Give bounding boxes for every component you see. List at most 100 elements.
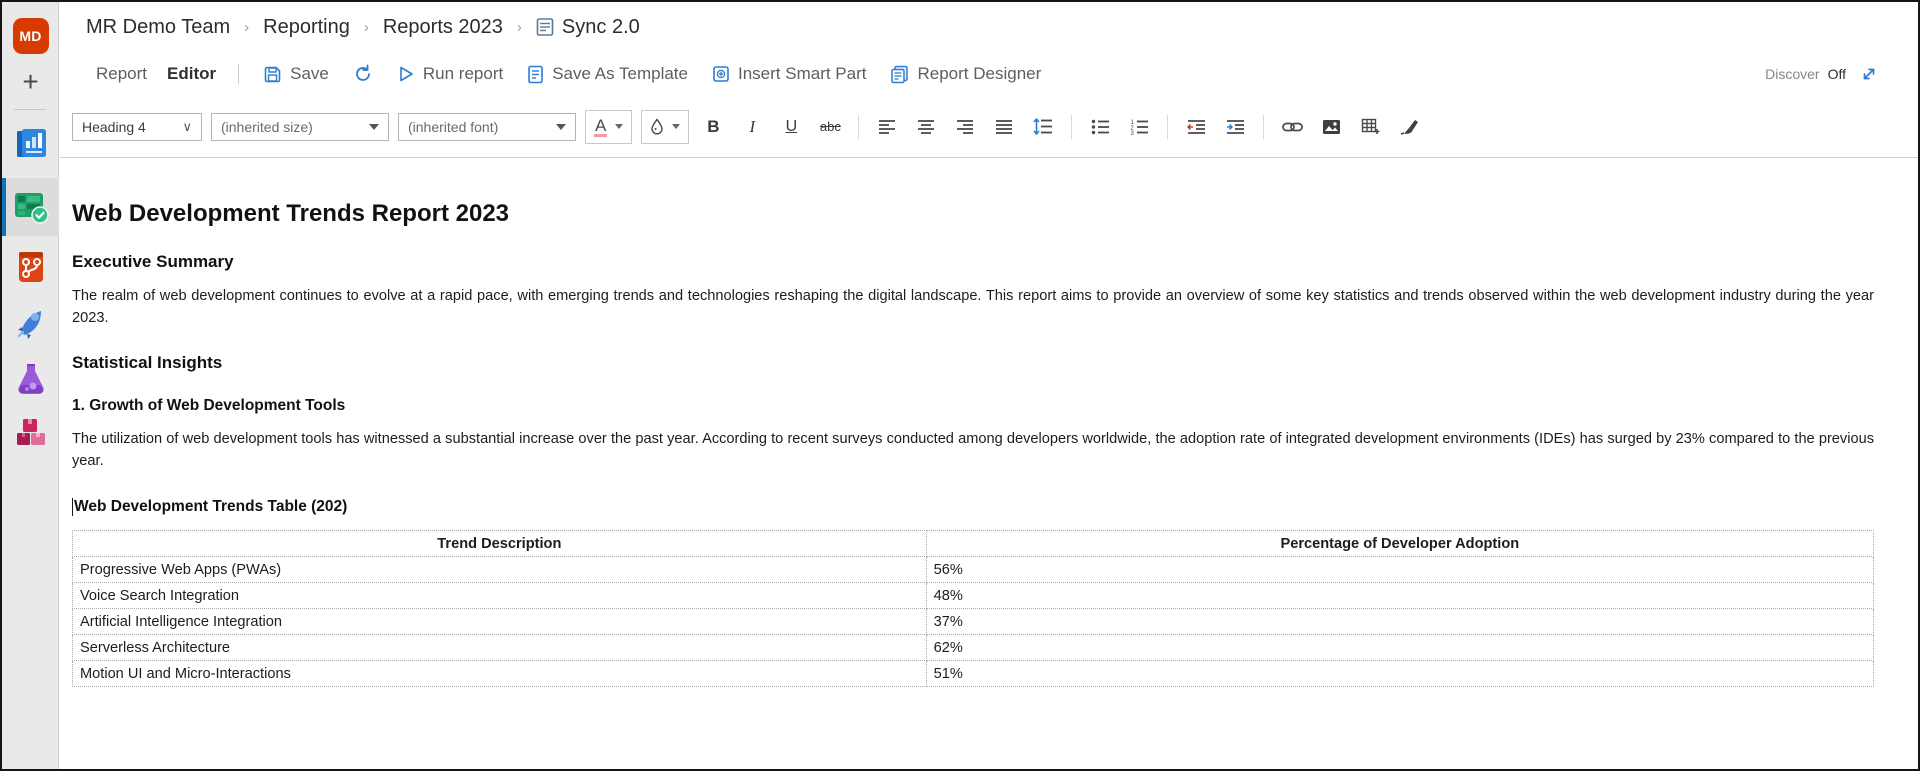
strikethrough-button[interactable]: abc [815,112,845,142]
font-color-button[interactable]: A [585,109,633,144]
chevron-down-icon: ∨ [182,118,192,134]
italic-icon: I [749,116,756,136]
refresh-button[interactable] [345,62,381,86]
font-family-value: (inherited font) [408,118,499,135]
insert-smart-part-button[interactable]: Insert Smart Part [704,62,874,86]
percentage-cell[interactable]: 48% [925,582,1875,609]
numbered-list-button[interactable]: 123 [1124,112,1154,142]
toolbar-separator [858,114,860,139]
doc-title[interactable]: Web Development Trends Report 2023 [72,200,1874,228]
table-header-trend[interactable]: Trend Description [72,530,927,557]
underline-button[interactable]: U [776,112,806,142]
app-window: MD + MR Demo Team › Reporting › Reports … [0,0,1920,771]
sidebar-item-reports[interactable] [2,124,59,166]
sidebar-item-launch[interactable] [2,302,59,344]
link-icon [1281,122,1303,131]
trend-cell[interactable]: Artificial Intelligence Integration [72,608,927,635]
trend-cell[interactable]: Motion UI and Micro-Interactions [72,660,927,687]
breadcrumb-reporting[interactable]: Reporting [263,16,350,39]
team-avatar[interactable]: MD [2,16,59,56]
outdent-button[interactable] [1181,112,1211,142]
italic-button[interactable]: I [737,112,767,142]
tab-report[interactable]: Report [90,62,153,86]
play-icon [397,65,415,83]
svg-text:3: 3 [1130,131,1134,135]
report-designer-button[interactable]: Report Designer [882,62,1049,86]
growth-heading[interactable]: 1. Growth of Web Development Tools [72,397,1874,415]
align-right-icon [957,119,974,134]
exec-summary-heading[interactable]: Executive Summary [72,252,1874,272]
clear-formatting-button[interactable] [1394,112,1424,142]
table-row: Progressive Web Apps (PWAs) 56% [72,556,1875,583]
sidebar-divider [14,109,46,110]
smart-part-icon [712,65,730,83]
insert-image-button[interactable] [1316,112,1346,142]
outdent-icon [1187,119,1205,134]
boxes-icon [14,416,48,450]
table-row: Artificial Intelligence Integration 37% [72,608,1875,635]
breadcrumb-current[interactable]: Sync 2.0 [536,16,640,39]
table-row: Serverless Architecture 62% [72,634,1875,661]
growth-paragraph[interactable]: The utilization of web development tools… [72,429,1874,472]
format-brush-icon [1401,120,1419,135]
underline-icon: U [785,117,798,135]
editor-surface[interactable]: Web Development Trends Report 2023 Execu… [60,157,1918,769]
table-heading[interactable]: Web Development Trends Table (202) [72,498,1874,516]
font-family-select[interactable]: (inherited font) [398,112,576,141]
paragraph-style-value: Heading 4 [82,118,146,135]
align-right-button[interactable] [950,112,980,142]
strikethrough-icon: abc [819,119,841,134]
trend-cell[interactable]: Progressive Web Apps (PWAs) [72,556,927,583]
tab-editor[interactable]: Editor [161,62,222,86]
percentage-cell[interactable]: 62% [925,634,1875,661]
sidebar-item-datasheets-active[interactable] [2,186,59,228]
breadcrumb-team[interactable]: MR Demo Team [86,16,230,39]
expand-button[interactable] [1854,59,1884,89]
percentage-cell[interactable]: 37% [925,608,1875,635]
table-header-percentage[interactable]: Percentage of Developer Adoption [925,530,1875,557]
insert-link-button[interactable] [1277,112,1307,142]
highlight-color-button[interactable] [641,109,690,144]
dropdown-arrow-icon [672,124,681,129]
formatting-toolbar: Heading 4 ∨ (inherited size) (inherited … [60,96,1918,157]
align-center-button[interactable] [911,112,941,142]
stats-heading[interactable]: Statistical Insights [72,353,1874,373]
font-size-select[interactable]: (inherited size) [211,112,389,141]
action-toolbar: Report Editor Save Run report Save As Te… [60,52,1918,96]
insert-smart-part-label: Insert Smart Part [738,64,867,83]
sidebar-item-assets[interactable] [2,412,59,454]
run-report-label: Run report [422,64,504,83]
app-sidebar: MD + [2,2,59,769]
indent-button[interactable] [1220,112,1250,142]
save-button[interactable]: Save [255,62,337,86]
table-add-icon [1361,118,1380,134]
text-cursor [72,498,73,516]
percentage-cell[interactable]: 56% [925,556,1875,583]
save-as-template-button[interactable]: Save As Template [519,62,696,86]
bullet-list-button[interactable] [1085,112,1115,142]
align-left-button[interactable] [872,112,902,142]
sidebar-item-labs[interactable] [2,358,59,400]
trend-cell[interactable]: Voice Search Integration [72,582,927,609]
bold-button[interactable]: B [698,112,728,142]
flask-icon [14,361,48,397]
percentage-cell[interactable]: 51% [925,660,1875,687]
toolbar-divider [238,64,240,84]
bullet-list-icon [1091,119,1109,134]
run-report-button[interactable]: Run report [389,62,511,86]
insert-table-button[interactable] [1355,112,1385,142]
add-app-button[interactable]: + [2,64,59,100]
justify-button[interactable] [989,112,1019,142]
exec-summary-paragraph[interactable]: The realm of web development continues t… [72,286,1874,329]
table-header-row: Trend Description Percentage of Develope… [72,530,1875,557]
trend-cell[interactable]: Serverless Architecture [72,634,927,661]
paragraph-style-select[interactable]: Heading 4 ∨ [72,112,202,141]
discover-toggle[interactable]: Off [1828,66,1846,82]
line-spacing-button[interactable] [1028,112,1058,142]
sidebar-item-versions[interactable] [2,246,59,288]
template-doc-icon [527,65,544,84]
dropdown-arrow-icon [556,123,566,130]
document-icon [536,17,554,37]
breadcrumb-reports-2023[interactable]: Reports 2023 [383,16,503,39]
align-left-icon [879,119,896,134]
